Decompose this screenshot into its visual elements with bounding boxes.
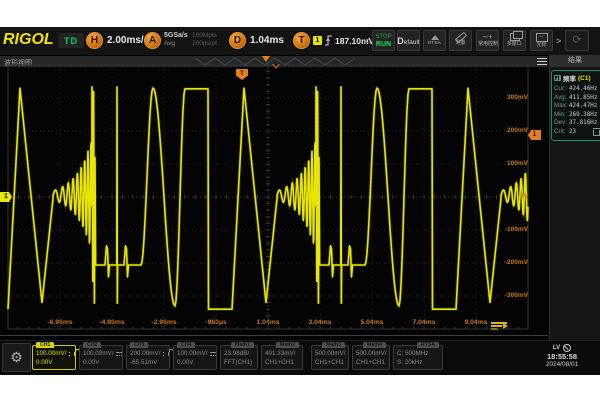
- gear-icon: ⚙: [10, 349, 23, 366]
- channel-box-ch3[interactable]: CH3 200.00mV/ -65.51mV: [126, 345, 170, 370]
- math3-scale: 500.00mV/: [315, 350, 348, 357]
- math3-expr: CH1+CH1: [315, 359, 348, 366]
- channel-box-ch1[interactable]: CH1 100.00mV/ 0.00V: [32, 345, 76, 370]
- refresh-icon: ⟳: [572, 35, 581, 46]
- math1-tab: Math1: [231, 342, 254, 348]
- lock-icon: [74, 352, 75, 356]
- dc-coupling-icon: [210, 352, 216, 356]
- v-label: 0V: [484, 193, 528, 200]
- dc-coupling-icon: [69, 352, 70, 356]
- math-box-math1[interactable]: Math1 23.98dB/ FFT(CH1): [220, 345, 258, 370]
- dc-coupling-icon: [163, 352, 164, 356]
- ch1-offset: 0.00V: [36, 359, 75, 366]
- ch4-scale: 100.00mV/: [177, 350, 207, 357]
- rtsa-tab: RTSA: [417, 342, 439, 348]
- rtsa-box[interactable]: RTSA C: 500MHz S: 20kHz: [393, 345, 443, 370]
- result-row: Max:424.47Hz: [554, 102, 600, 111]
- ch3-scale: 200.00mV/: [130, 350, 160, 357]
- math2-tab: Math2: [276, 342, 299, 348]
- v-label: -300mV: [484, 292, 528, 299]
- ch3-offset: -65.51mV: [130, 359, 169, 366]
- math4-scale: 500.00mV/: [356, 350, 389, 357]
- v-label: -100mV: [484, 226, 528, 233]
- v-label: 300mV: [484, 94, 528, 101]
- ch1-tab: CH1: [36, 342, 54, 348]
- ch4-offset: 0.00V: [177, 359, 216, 366]
- delete-measurement-icon[interactable]: [593, 130, 600, 136]
- measurement-icon: [554, 75, 561, 81]
- ch3-tab: CH3: [130, 342, 148, 348]
- toolbar-scroll-right-icon[interactable]: >: [556, 36, 561, 46]
- rtsa-span: S: 20kHz: [397, 359, 442, 366]
- ch2-scale: 100.00mV/: [83, 350, 113, 357]
- clock-box: LV 18:55:58 2024/08/01: [526, 343, 598, 370]
- system-date: 2024/08/01: [526, 361, 598, 369]
- math-box-math4[interactable]: Math4 500.00mV/ CH1+CH1: [352, 345, 390, 370]
- math2-scale: 401.33mV/: [265, 350, 302, 357]
- math2-expr: CH1+CH1: [265, 359, 302, 366]
- sound-muted-icon: [563, 344, 571, 352]
- lan-status: LV: [553, 345, 560, 351]
- math1-expr: FFT(CH1): [224, 359, 257, 366]
- ch4-tab: CH4: [177, 342, 195, 348]
- refresh-button[interactable]: ⟳: [565, 30, 589, 51]
- ch2-tab: CH2: [83, 342, 101, 348]
- math-box-math2[interactable]: Math2 401.33mV/ CH1+CH1: [261, 345, 303, 370]
- measurement-source: (C1): [578, 75, 591, 82]
- results-title: 结果: [550, 55, 600, 67]
- rtsa-center-freq: C: 500MHz: [397, 350, 442, 357]
- results-panel: 结果 频率 (C1) Cur:424.46Hz Avg:411.85Hz Max…: [549, 55, 600, 340]
- oscilloscope-screen: RIGOL TD H 2.00ms/ A 5GSa/s Avg 100Mpts …: [0, 27, 600, 375]
- system-time: 18:55:58: [526, 352, 598, 361]
- settings-gear-button[interactable]: ⚙: [2, 343, 31, 372]
- ch2-offset: 0.00V: [83, 359, 122, 366]
- channel-box-ch4[interactable]: CH4 100.00mV/ 0.00V: [173, 345, 217, 370]
- math4-tab: Math4: [363, 342, 386, 348]
- v-label: 100mV: [484, 160, 528, 167]
- overview-position-marker[interactable]: [262, 56, 270, 62]
- delay-indicator-icon: [272, 64, 280, 69]
- channel-box-ch2[interactable]: CH2 100.00mV/ 0.00V: [79, 345, 123, 370]
- waveform-display: [0, 27, 548, 340]
- v-label: -200mV: [484, 259, 528, 266]
- ch1-scale: 100.00mV/: [36, 350, 66, 357]
- math3-tab: Math3: [322, 342, 345, 348]
- v-label: 200mV: [484, 127, 528, 134]
- measurement-card-frequency[interactable]: 频率 (C1) Cur:424.46Hz Avg:411.85Hz Max:42…: [551, 70, 600, 141]
- math1-scale: 23.98dB/: [224, 350, 257, 357]
- dc-coupling-icon: [116, 352, 122, 356]
- result-row: Min:269.38Hz: [554, 111, 600, 120]
- measurement-name: 频率: [563, 73, 576, 83]
- result-row: Cur:424.46Hz: [554, 85, 600, 94]
- math-box-math3[interactable]: Math3 500.00mV/ CH1+CH1: [311, 345, 349, 370]
- lock-icon: [168, 352, 169, 356]
- math4-expr: CH1+CH1: [356, 359, 389, 366]
- result-row: Avg:411.85Hz: [554, 94, 600, 103]
